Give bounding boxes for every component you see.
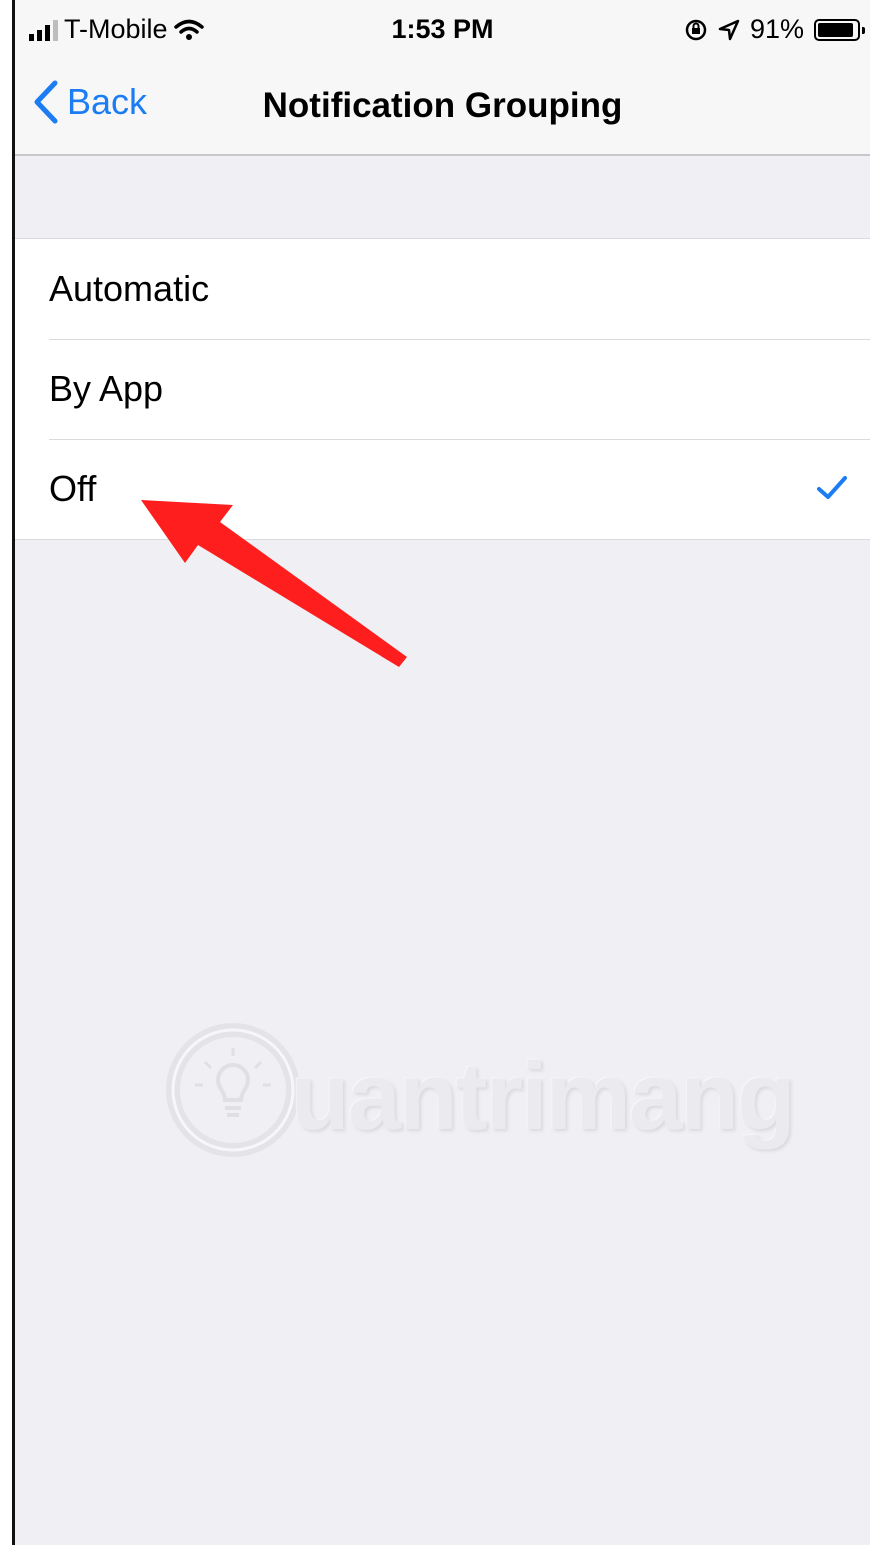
option-label: Off [49,468,97,509]
status-bar: T-Mobile 1:53 PM 91% [15,0,870,62]
location-icon [718,19,740,40]
battery-percent: 91% [749,14,804,44]
watermark-text: uantrimang [291,1043,796,1150]
orientation-lock-icon [685,19,707,40]
navigation-bar: Back Notification Grouping [15,62,870,156]
page-title: Notification Grouping [262,86,623,125]
option-label: By App [49,368,164,409]
battery-fill [818,22,853,37]
option-by-app[interactable]: By App [15,339,870,439]
battery-icon [814,18,865,41]
option-label: Automatic [49,268,210,309]
grouping-options-list: Automatic By App Off [15,238,870,540]
watermark: uantrimang [163,1020,796,1170]
status-right: 91% [684,14,865,45]
checkmark-icon [817,476,847,499]
annotation-arrow [141,500,407,667]
option-off[interactable]: Off [15,439,870,539]
lightbulb-logo-icon [166,1023,300,1157]
phone-screen: T-Mobile 1:53 PM 91% Back Notification G… [12,0,870,1545]
option-automatic[interactable]: Automatic [15,239,870,339]
